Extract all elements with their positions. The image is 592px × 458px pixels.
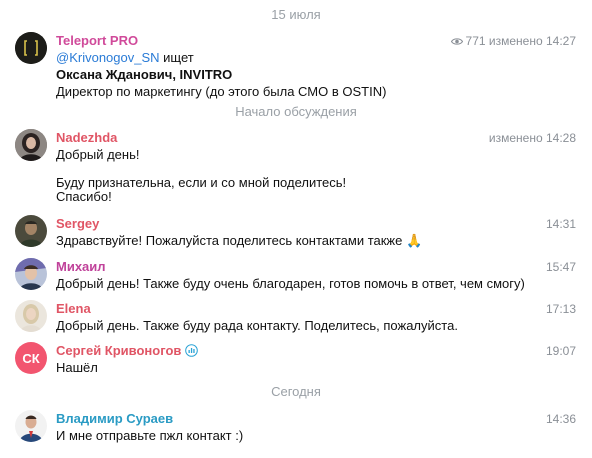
teleport-logo-icon — [15, 32, 47, 64]
person-photo-icon — [15, 129, 47, 161]
author-name-text: Сергей Кривоногов — [56, 343, 182, 358]
message-time: изменено 14:28 — [488, 131, 576, 145]
channel-avatar[interactable] — [15, 32, 47, 64]
message-time: 14:31 — [545, 217, 576, 231]
person-photo-icon — [15, 300, 47, 332]
person-photo-icon — [15, 215, 47, 247]
avatar-nadezhda[interactable] — [15, 129, 47, 161]
avatar-sergey[interactable] — [15, 215, 47, 247]
discussion-divider: Начало обсуждения — [235, 104, 357, 119]
post-line-1: @Krivonogov_SN ищет — [56, 50, 194, 65]
mention-suffix: ищет — [159, 50, 194, 65]
message-line: Нашёл — [56, 360, 98, 375]
author-name[interactable]: Nadezhda — [56, 130, 117, 145]
post-meta: 771 изменено 14:27 — [450, 34, 576, 48]
edited-time: изменено 14:27 — [488, 34, 576, 48]
person-photo-icon — [15, 410, 47, 442]
message-time: 17:13 — [545, 302, 576, 316]
person-photo-icon — [15, 258, 47, 290]
author-name[interactable]: Сергей Кривоногов — [56, 343, 198, 358]
post-line-2: Оксана Жданович, INVITRO — [56, 67, 233, 82]
message-line: Добрый день! — [56, 147, 140, 162]
author-name[interactable]: Михаил — [56, 259, 106, 274]
message-line: И мне отправьте пжл контакт :) — [56, 428, 244, 443]
author-name[interactable]: Владимир Сураев — [56, 411, 173, 426]
today-divider: Сегодня — [271, 384, 321, 399]
message-time: 15:47 — [545, 260, 576, 274]
avatar-vladimir[interactable] — [15, 410, 47, 442]
avatar-mikhail[interactable] — [15, 258, 47, 290]
date-divider: 15 июля — [271, 7, 321, 22]
post-line-3: Директор по маркетингу (до этого была СМ… — [56, 84, 387, 99]
message-line: Добрый день. Также буду рада контакту. П… — [56, 318, 458, 333]
avatar-initials[interactable]: СК — [15, 342, 47, 374]
avatar-elena[interactable] — [15, 300, 47, 332]
views-eye-icon — [450, 38, 463, 45]
author-name[interactable]: Elena — [56, 301, 91, 316]
views-count: 771 — [465, 34, 486, 48]
message-line: Добрый день! Также буду очень благодарен… — [56, 276, 525, 291]
message-time: 14:36 — [545, 412, 576, 426]
message-line: Здравствуйте! Пожалуйста поделитесь конт… — [56, 233, 423, 248]
channel-author[interactable]: Teleport PRO — [56, 33, 138, 48]
author-name[interactable]: Sergey — [56, 216, 99, 231]
message-time: 19:07 — [545, 344, 576, 358]
mention-link[interactable]: @Krivonogov_SN — [56, 50, 160, 65]
message-line: Буду признательна, если и со мной подели… — [56, 175, 347, 190]
premium-badge-icon — [185, 344, 198, 357]
message-line: Спасибо! — [56, 189, 112, 204]
